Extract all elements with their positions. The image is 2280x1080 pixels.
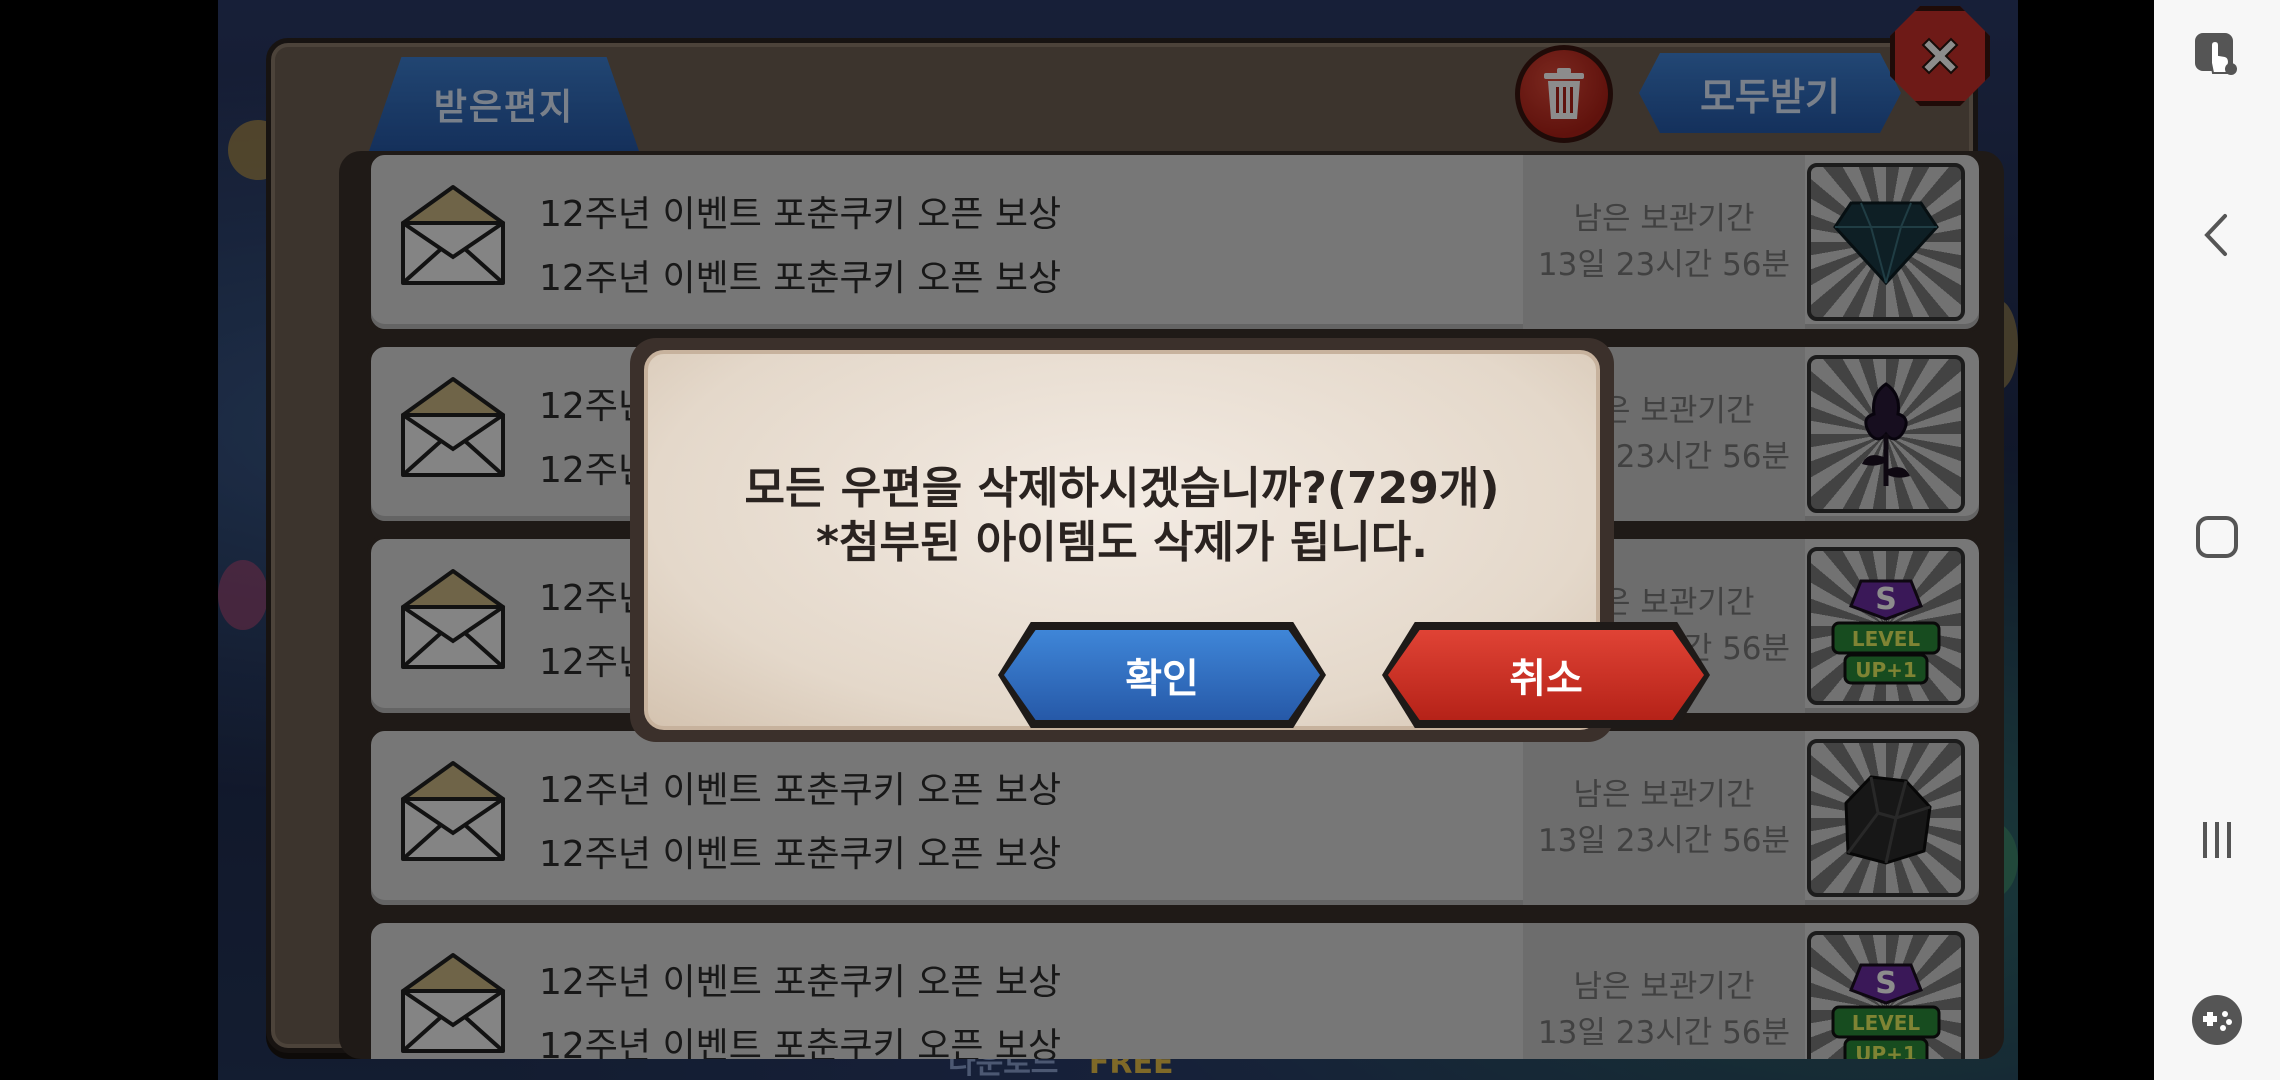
game-tools-icon xyxy=(2192,995,2242,1045)
game-tools-button[interactable] xyxy=(2182,985,2252,1055)
touch-protection-icon xyxy=(2195,33,2237,75)
back-button[interactable] xyxy=(2182,200,2252,270)
home-button[interactable] xyxy=(2182,502,2252,572)
recent-apps-icon xyxy=(2203,822,2231,858)
back-icon xyxy=(2204,214,2227,256)
recent-apps-button[interactable] xyxy=(2182,805,2252,875)
cancel-button[interactable]: 취소 xyxy=(1388,630,1704,720)
touch-protection-button[interactable] xyxy=(2182,20,2252,90)
confirm-button[interactable]: 확인 xyxy=(1004,630,1320,720)
home-icon xyxy=(2196,516,2238,558)
delete-confirm-dialog: 모든 우편을 삭제하시겠습니까?(729개) *첨부된 아이템도 삭제가 됩니다… xyxy=(630,338,1710,742)
dialog-body: 모든 우편을 삭제하시겠습니까?(729개) *첨부된 아이템도 삭제가 됩니다… xyxy=(644,350,1710,730)
dialog-warning: *첨부된 아이템도 삭제가 됩니다. xyxy=(816,517,1428,568)
game-screen: 다운로드 FREE 받은편지 모두받기 12주년 이벤트 포춘쿠키 오픈 보상 1… xyxy=(218,0,2018,1080)
system-nav-bar xyxy=(2154,0,2280,1080)
